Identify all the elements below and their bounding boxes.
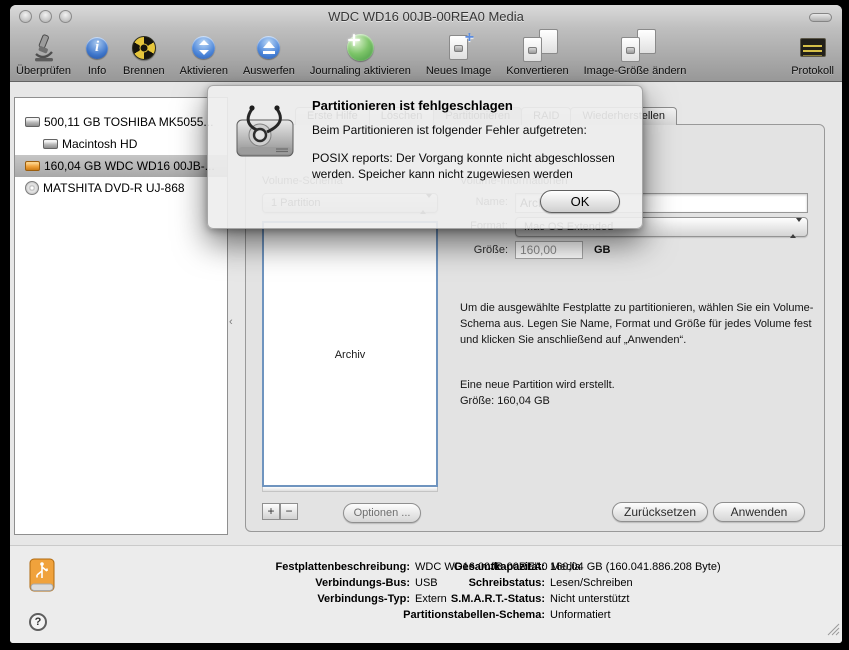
toolbar-label: Image-Größe ändern (583, 65, 687, 77)
toolbar-button-new-image[interactable]: + Neues Image (425, 29, 492, 77)
device-info-right: Gesamtkapazität: 160,04 GB (160.041.886.… (398, 559, 721, 623)
status-line: Größe: 160,04 GB (460, 395, 550, 407)
partition-status-text: Eine neue Partition wird erstellt. Größe… (460, 377, 615, 409)
toolbar-button-verify[interactable]: Überprüfen (16, 32, 71, 77)
toolbar-label: Neues Image (425, 65, 492, 77)
toolbar-button-convert[interactable]: Konvertieren (506, 29, 569, 77)
device-info-panel: Festplattenbeschreibung: WDC WD16 00JB-0… (10, 545, 842, 643)
toolbar-label: Aktivieren (179, 65, 228, 77)
dialog-message: Beim Partitionieren ist folgender Fehler… (312, 123, 587, 137)
status-line: Eine neue Partition wird erstellt. (460, 379, 615, 391)
log-icon (799, 32, 826, 63)
toolbar-label: Überprüfen (16, 65, 72, 77)
toolbar-button-journaling[interactable]: Journaling aktivieren (310, 32, 411, 77)
toolbar-button-mount[interactable]: Aktivieren (180, 32, 228, 77)
help-button[interactable]: ? (29, 613, 47, 631)
toolbar-label: Brennen (123, 65, 165, 77)
toolbar-label: Info (87, 65, 107, 77)
toolbar-button-log[interactable]: Protokoll (791, 32, 834, 77)
partition-help-text: Um die ausgewählte Festplatte zu partiti… (460, 302, 814, 346)
toolbar-button-resize-image[interactable]: Image-Größe ändern (583, 29, 687, 77)
add-partition-button[interactable]: + (262, 503, 280, 520)
convert-image-icon (523, 29, 559, 63)
size-label: Größe: (473, 244, 508, 256)
new-image-icon: + (449, 29, 474, 63)
optical-drive-icon (25, 181, 39, 195)
sidebar-item-toshiba-disk[interactable]: 500,11 GB TOSHIBA MK5055... (15, 111, 227, 133)
toolbar: Überprüfen i Info Brennen Aktivieren Aus… (10, 28, 842, 82)
apply-button[interactable]: Anwenden (713, 502, 805, 522)
resize-image-icon (620, 29, 656, 63)
info-row: Gesamtkapazität: 160,04 GB (160.041.886.… (453, 561, 721, 573)
volume-icon (43, 139, 58, 149)
window-title: WDC WD16 00JB-00REA0 Media (328, 9, 524, 24)
partition-name-label: Archiv (334, 349, 366, 361)
sidebar-item-label: MATSHITA DVD-R UJ-868 (43, 181, 185, 195)
toolbar-button-eject[interactable]: Auswerfen (243, 32, 295, 77)
partition-failed-dialog: Partitionieren ist fehlgeschlagen Beim P… (207, 85, 643, 229)
toolbar-button-burn[interactable]: Brennen (123, 32, 165, 77)
sidebar-item-label: 500,11 GB TOSHIBA MK5055... (44, 115, 214, 129)
mount-icon (192, 32, 216, 63)
desktop-background: WDC WD16 00JB-00REA0 Media Überprüfen i (0, 0, 849, 650)
sidebar-item-label: 160,04 GB WDC WD16 00JB-... (44, 159, 215, 173)
size-unit-label: GB (594, 244, 611, 256)
reset-button[interactable]: Zurücksetzen (612, 502, 708, 522)
toolbar-label: Journaling aktivieren (309, 65, 411, 77)
remove-partition-button[interactable]: − (280, 503, 298, 520)
device-sidebar: 500,11 GB TOSHIBA MK5055... Macintosh HD… (14, 97, 228, 535)
external-disk-icon (25, 161, 40, 171)
toolbar-label: Protokoll (791, 65, 834, 77)
internal-disk-icon (25, 117, 40, 127)
usb-drive-icon (28, 558, 56, 597)
dialog-error-detail: POSIX reports: Der Vorgang konnte nicht … (312, 151, 615, 181)
journaling-icon (346, 32, 374, 63)
sidebar-item-label: Macintosh HD (62, 137, 138, 151)
toolbar-toggle-button[interactable] (809, 13, 832, 22)
toolbar-label: Konvertieren (506, 65, 569, 77)
burn-icon (131, 32, 156, 63)
resize-grip[interactable] (827, 623, 840, 641)
toolbar-button-info[interactable]: i Info (86, 32, 109, 77)
info-icon: i (86, 32, 109, 63)
toolbar-label: Auswerfen (242, 65, 295, 77)
title-bar[interactable]: WDC WD16 00JB-00REA0 Media (10, 5, 842, 28)
chevron-up-down-icon (790, 218, 802, 238)
dialog-title: Partitionieren ist fehlgeschlagen (312, 98, 513, 113)
partition-map-box[interactable]: Archiv (262, 221, 438, 487)
disk-utility-alert-icon (232, 104, 298, 169)
sidebar-item-macintosh-hd[interactable]: Macintosh HD (15, 133, 227, 155)
options-button[interactable]: Optionen ... (343, 503, 421, 523)
partition-resize-handle[interactable] (262, 487, 438, 492)
splitter-collapse-handle[interactable]: ‹ (229, 316, 233, 328)
ok-button[interactable]: OK (540, 190, 620, 213)
info-row: Partitionstabellen-Schema: Unformatiert (403, 609, 611, 621)
info-row: Schreibstatus: Lesen/Schreiben (468, 577, 633, 589)
sidebar-item-wdc-disk[interactable]: 160,04 GB WDC WD16 00JB-... (15, 155, 227, 177)
microscope-icon (29, 32, 59, 63)
eject-icon (257, 32, 281, 63)
info-row: S.M.A.R.T.-Status: Nicht unterstützt (450, 593, 630, 605)
size-input[interactable] (515, 241, 583, 259)
sidebar-item-matshita-dvd[interactable]: MATSHITA DVD-R UJ-868 (15, 177, 227, 199)
